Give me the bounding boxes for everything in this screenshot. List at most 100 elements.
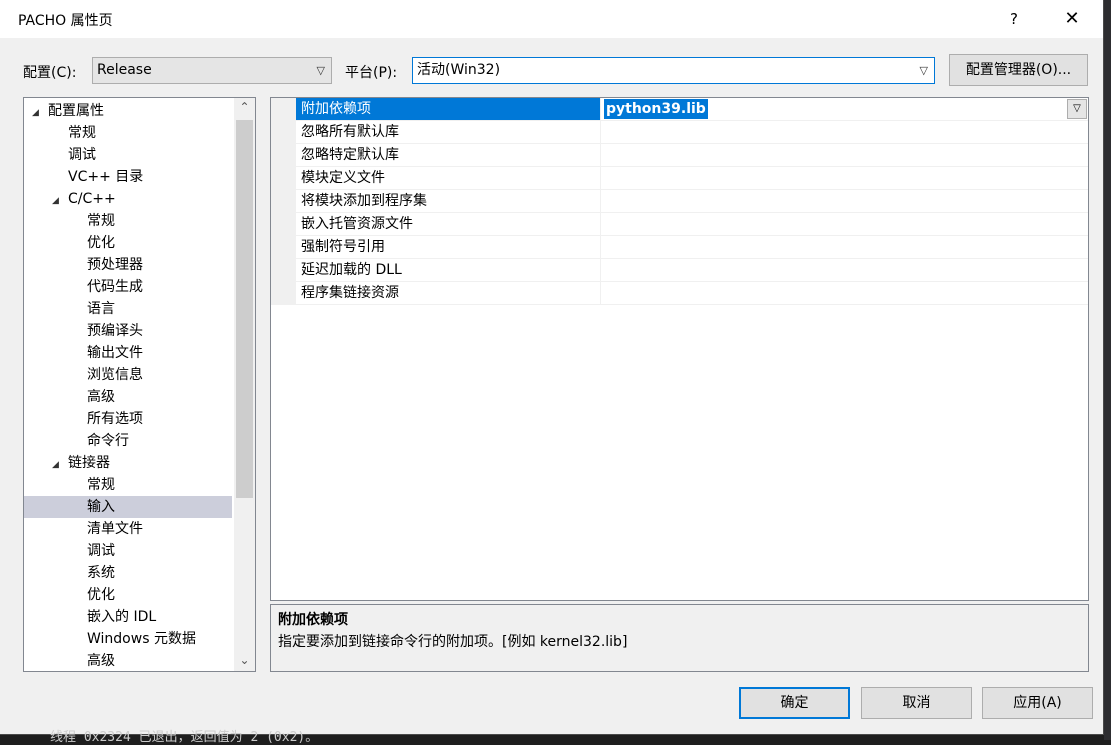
scroll-down-icon[interactable]: ⌄ [234, 651, 255, 669]
tree-item[interactable]: 常规 [24, 474, 232, 496]
property-row[interactable]: 将模块添加到程序集 [271, 190, 1088, 213]
tree-item-label: 命令行 [87, 433, 129, 449]
tree-item-label: 调试 [87, 543, 115, 559]
tree-item-label: 输入 [87, 499, 115, 515]
tree-item[interactable]: 嵌入的 IDL [24, 606, 232, 628]
row-gutter [271, 213, 296, 235]
column-divider [600, 144, 601, 166]
tree-item-label: 链接器 [68, 455, 110, 471]
scrollbar-thumb[interactable] [236, 120, 253, 498]
tree-item[interactable]: 优化 [24, 232, 232, 254]
config-combo[interactable]: Release ▽ [92, 57, 332, 84]
chevron-down-icon: ▽ [919, 64, 928, 77]
tree-item[interactable]: 高级 [24, 650, 232, 671]
tree-item-label: 清单文件 [87, 521, 143, 537]
tree-item[interactable]: 常规 [24, 210, 232, 232]
tree-item[interactable]: 命令行 [24, 430, 232, 452]
tree-item-label: 配置属性 [48, 103, 104, 119]
expand-arrow-icon[interactable]: ◢ [52, 454, 64, 476]
scroll-up-icon[interactable]: ⌃ [234, 98, 255, 116]
help-button[interactable]: ? [994, 6, 1034, 32]
property-name: 强制符号引用 [301, 239, 385, 255]
tree-item[interactable]: Windows 元数据 [24, 628, 232, 650]
property-row[interactable]: 程序集链接资源 [271, 282, 1088, 305]
property-row[interactable]: 嵌入托管资源文件 [271, 213, 1088, 236]
tree-item-label: 常规 [87, 213, 115, 229]
tree-item-label: 代码生成 [87, 279, 143, 295]
tree-item[interactable]: ◢ 链接器 [24, 452, 232, 474]
platform-combo[interactable]: 活动(Win32) ▽ [412, 57, 935, 84]
property-row[interactable]: 模块定义文件 [271, 167, 1088, 190]
tree-item[interactable]: VC++ 目录 [24, 166, 232, 188]
tree-item[interactable]: 清单文件 [24, 518, 232, 540]
tree-item[interactable]: 调试 [24, 144, 232, 166]
tree-item[interactable]: ◢ C/C++ [24, 188, 232, 210]
tree-item[interactable]: 预处理器 [24, 254, 232, 276]
column-divider [600, 167, 601, 189]
console-output-line: 线程 0x2324 已退出，返回值为 2 (0x2)。 [50, 730, 319, 745]
expand-arrow-icon[interactable]: ◢ [52, 190, 64, 212]
tree-item[interactable]: 预编译头 [24, 320, 232, 342]
close-button[interactable]: ✕ [1052, 6, 1092, 32]
platform-label: 平台(P): [345, 65, 398, 81]
property-name: 程序集链接资源 [301, 285, 399, 301]
column-divider [600, 190, 601, 212]
tree-item[interactable]: 系统 [24, 562, 232, 584]
description-pane: 附加依赖项 指定要添加到链接命令行的附加项。[例如 kernel32.lib] [270, 604, 1089, 672]
tree-item[interactable]: 调试 [24, 540, 232, 562]
tree-item[interactable]: 所有选项 [24, 408, 232, 430]
property-row[interactable]: 强制符号引用 [271, 236, 1088, 259]
property-row[interactable]: 忽略特定默认库 [271, 144, 1088, 167]
property-value[interactable]: python39.lib [604, 99, 708, 119]
property-row[interactable]: 附加依赖项 python39.lib ▽ [271, 98, 1088, 121]
config-value: Release [97, 62, 152, 78]
tree-item-label: VC++ 目录 [68, 169, 144, 185]
tree-item[interactable]: 浏览信息 [24, 364, 232, 386]
description-text: 指定要添加到链接命令行的附加项。[例如 kernel32.lib] [278, 634, 628, 650]
tree-item[interactable]: 常规 [24, 122, 232, 144]
row-gutter [271, 121, 296, 143]
tree-item[interactable]: 输出文件 [24, 342, 232, 364]
tree-item-label: 所有选项 [87, 411, 143, 427]
tree-item-label: 调试 [68, 147, 96, 163]
tree-item-label: 预处理器 [87, 257, 143, 273]
platform-value: 活动(Win32) [417, 62, 501, 78]
property-row[interactable]: 忽略所有默认库 [271, 121, 1088, 144]
tree-item[interactable]: 优化 [24, 584, 232, 606]
tree-item-label: 浏览信息 [87, 367, 143, 383]
property-row[interactable]: 延迟加载的 DLL [271, 259, 1088, 282]
description-title: 附加依赖项 [278, 612, 348, 628]
apply-button[interactable]: 应用(A) [982, 687, 1093, 719]
window-title: PACHO 属性页 [18, 13, 113, 29]
tree-item-label: Windows 元数据 [87, 631, 196, 647]
tree-item[interactable]: 代码生成 [24, 276, 232, 298]
row-gutter [271, 144, 296, 166]
row-gutter [271, 167, 296, 189]
expand-arrow-icon[interactable]: ◢ [32, 102, 44, 124]
row-gutter [271, 98, 296, 120]
chevron-down-icon[interactable]: ▽ [1067, 99, 1087, 119]
row-gutter [271, 259, 296, 281]
title-bar: PACHO 属性页 ? ✕ [0, 0, 1103, 38]
property-name: 附加依赖项 [301, 101, 371, 117]
column-divider [600, 236, 601, 258]
tree-item[interactable]: 输入 [24, 496, 232, 518]
tree-item[interactable]: 高级 [24, 386, 232, 408]
row-gutter [271, 282, 296, 304]
tree-item[interactable]: ◢ 配置属性 [24, 100, 232, 122]
tree-scrollbar[interactable]: ⌃ ⌄ [234, 98, 255, 671]
tree-item-label: 预编译头 [87, 323, 143, 339]
column-divider [600, 121, 601, 143]
ok-button[interactable]: 确定 [739, 687, 850, 719]
column-divider [600, 282, 601, 304]
config-manager-button[interactable]: 配置管理器(O)... [949, 54, 1088, 86]
config-tree: ◢ 配置属性 常规 调试 VC++ 目录 ◢ C/C++ 常规 优化 预处理器 代码生成 语言 预编译头… [23, 97, 256, 672]
column-divider [600, 213, 601, 235]
property-name: 延迟加载的 DLL [301, 262, 402, 278]
tree-item-label: 优化 [87, 587, 115, 603]
property-name: 模块定义文件 [301, 170, 385, 186]
background-window-edge [1104, 0, 1111, 740]
cancel-button[interactable]: 取消 [861, 687, 972, 719]
column-divider [600, 98, 601, 120]
tree-item[interactable]: 语言 [24, 298, 232, 320]
